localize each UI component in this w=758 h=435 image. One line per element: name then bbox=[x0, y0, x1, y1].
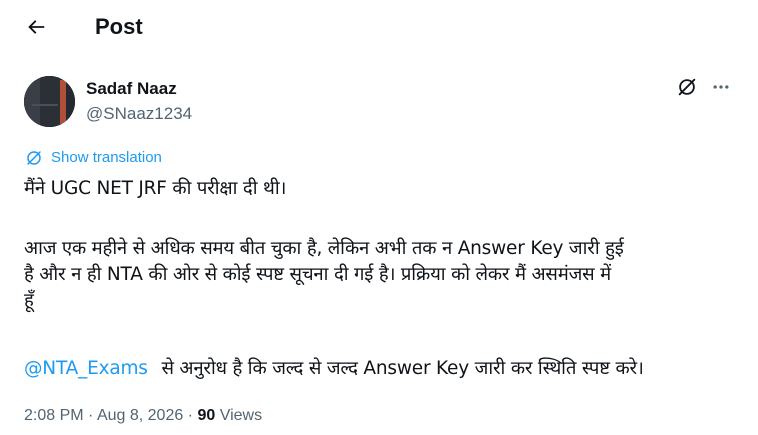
more-horizontal-icon bbox=[711, 77, 731, 102]
tweet-text-line: आज एक महीने से अधिक समय बीत चुका है, लेक… bbox=[24, 238, 624, 259]
post-header: Post bbox=[0, 0, 758, 56]
author-display-name[interactable]: Sadaf Naaz bbox=[86, 78, 177, 100]
post-date[interactable]: Aug 8, 2026 bbox=[97, 407, 183, 424]
show-translation-label: Show translation bbox=[51, 149, 162, 166]
show-translation-link[interactable]: Show translation bbox=[25, 148, 162, 168]
tweet-text-line: है और न ही NTA की ओर से कोई स्पष्ट सूचना… bbox=[24, 264, 611, 285]
tweet-text-line: @NTA_Exams से अनुरोध है कि जल्द से जल्द … bbox=[24, 356, 644, 381]
views-count[interactable]: 90 bbox=[197, 407, 215, 424]
grok-button[interactable] bbox=[674, 76, 700, 102]
meta-separator: · bbox=[183, 407, 198, 424]
tweet-text-line: हूँ bbox=[24, 290, 34, 311]
author-handle[interactable]: @SNaaz1234 bbox=[86, 103, 192, 125]
mention-link[interactable]: @NTA_Exams bbox=[24, 358, 148, 379]
meta-separator: · bbox=[83, 407, 97, 424]
views-label: Views bbox=[215, 407, 263, 424]
tweet-text-fragment: से अनुरोध है कि जल्द से जल्द Answer Key … bbox=[161, 358, 644, 379]
more-options-button[interactable] bbox=[708, 76, 734, 102]
post-time[interactable]: 2:08 PM bbox=[24, 407, 84, 424]
tweet-text-line: मैंने UGC NET JRF की परीक्षा दी थी। bbox=[24, 178, 287, 199]
globe-icon bbox=[25, 148, 45, 168]
arrow-left-icon bbox=[25, 16, 47, 43]
back-button[interactable] bbox=[18, 11, 54, 47]
grok-icon bbox=[676, 76, 698, 103]
avatar[interactable] bbox=[24, 76, 75, 127]
post-meta: 2:08 PM · Aug 8, 2026 · 90 Views bbox=[24, 405, 262, 427]
page-title: Post bbox=[95, 14, 143, 39]
